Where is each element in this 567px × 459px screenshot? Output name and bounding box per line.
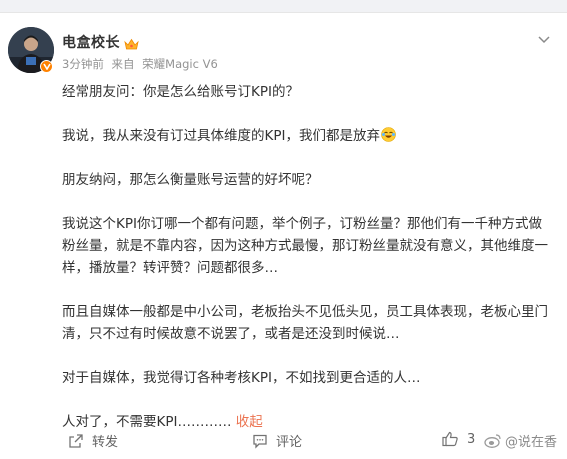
comment-label: 评论 — [276, 435, 303, 450]
laugh-cry-emoji-icon — [381, 127, 396, 142]
post-meta: 3分钟前 来自 荣耀Magic V6 — [62, 56, 218, 72]
watermark-text: @说在香 — [504, 435, 557, 450]
post-content: 经常朋友问：你是怎么给账号订KPI的？ 我说，我从来没有订过具体维度的KPI，我… — [62, 81, 554, 433]
verified-badge-icon — [40, 60, 53, 73]
like-button[interactable]: 3 — [442, 431, 475, 447]
watermark: @说在香 — [484, 431, 557, 450]
comment-icon — [253, 434, 267, 449]
thumbs-up-icon — [442, 431, 458, 447]
vip-crown-icon — [124, 36, 139, 49]
post-paragraph: 朋友纳闷，那怎么衡量账号运营的好坏呢？ — [62, 172, 319, 188]
post-time[interactable]: 3分钟前 — [62, 57, 104, 71]
like-count: 3 — [467, 431, 476, 447]
weibo-post-card: 电盒校长 3分钟前 来自 荣耀Magic V6 经常朋友问：你是怎么给账号订KP… — [0, 12, 567, 459]
from-label: 来自 — [111, 57, 135, 71]
post-paragraph: 对于自媒体，我觉得订各种考核KPI，不如找到更合适的人… — [62, 370, 421, 386]
device-name: 荣耀Magic V6 — [142, 57, 218, 71]
post-paragraph: 经常朋友问：你是怎么给账号订KPI的？ — [62, 84, 299, 100]
chevron-down-icon[interactable] — [537, 31, 551, 45]
action-bar: 转发 评论 3 @说在香 — [0, 427, 567, 457]
post-paragraph: 我说这个KPI你订哪一个都有问题，举个例子，订粉丝量？那他们有一千种方式做粉丝量… — [62, 216, 548, 276]
weibo-logo-icon — [484, 434, 501, 448]
repost-label: 转发 — [92, 435, 119, 450]
post-paragraph: 我说，我从来没有订过具体维度的KPI，我们都是放弃 — [62, 125, 554, 147]
repost-icon — [69, 433, 83, 448]
comment-button[interactable]: 评论 — [252, 431, 302, 450]
repost-button[interactable]: 转发 — [68, 431, 118, 450]
user-name[interactable]: 电盒校长 — [62, 32, 120, 52]
post-paragraph: 而且自媒体一般都是中小公司，老板抬头不见低头见，员工具体表现，老板心里门清，只不… — [62, 304, 548, 342]
